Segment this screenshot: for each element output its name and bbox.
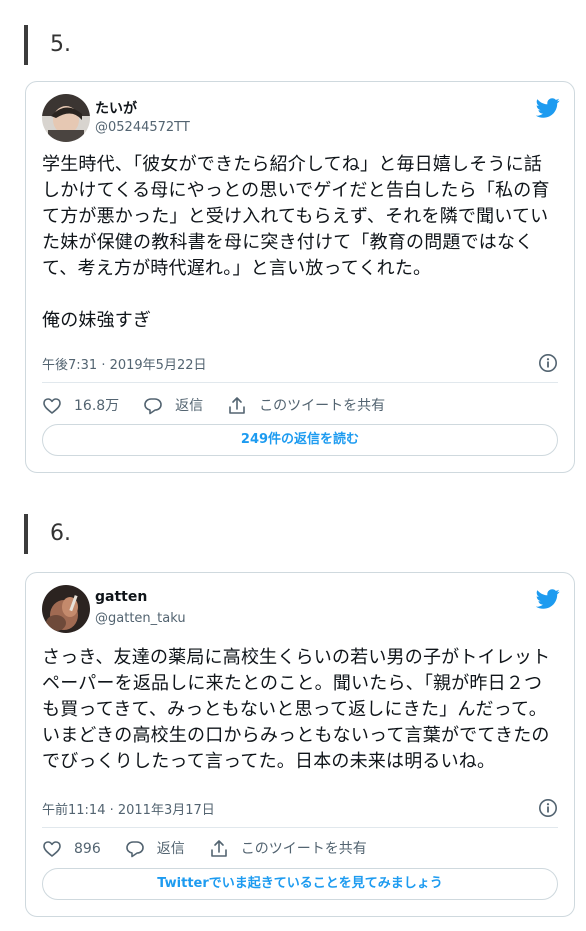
like-count: 16.8万: [74, 398, 120, 414]
author-name[interactable]: gatten: [95, 589, 147, 605]
divider: [42, 382, 558, 383]
tweet-card[interactable]: たいが @05244572TT 学生時代、「彼女ができたら紹介してね」と毎日嬉し…: [25, 81, 575, 473]
tweet-actions: 896 返信 このツイートを共有: [42, 837, 558, 861]
tweet-timestamp[interactable]: 午前11:14 · 2011年3月17日: [42, 799, 215, 818]
heart-icon: [43, 398, 61, 414]
share-icon: [229, 397, 245, 414]
reply-button[interactable]: 返信: [125, 839, 185, 859]
tweet-card[interactable]: gatten @gatten_taku さっき、友達の薬局に高校生くらいの若い男…: [25, 572, 575, 917]
author-handle[interactable]: @05244572TT: [95, 120, 190, 135]
tweet-text: さっき、友達の薬局に高校生くらいの若い男の子がトイレットペーパーを返品しに来たと…: [42, 647, 551, 772]
reply-icon: [144, 398, 162, 415]
share-button[interactable]: このツイートを共有: [227, 396, 385, 416]
share-label: このツイートを共有: [240, 841, 367, 857]
tweet-actions: 16.8万 返信 このツイートを共有: [42, 394, 558, 418]
reply-icon: [125, 841, 144, 858]
section-number: 5.: [24, 25, 564, 65]
tweet-timestamp[interactable]: 午後7:31 · 2019年5月22日: [42, 354, 207, 373]
reply-label: 返信: [156, 841, 185, 857]
section-number: 6.: [24, 514, 564, 554]
twitter-bird-icon[interactable]: [536, 96, 560, 120]
reply-button[interactable]: 返信: [143, 396, 203, 416]
avatar[interactable]: [42, 94, 90, 142]
like-button[interactable]: 16.8万: [42, 396, 119, 416]
info-icon[interactable]: [538, 798, 558, 818]
like-count: 896: [74, 841, 101, 857]
like-button[interactable]: 896: [42, 839, 101, 859]
share-label: このツイートを共有: [259, 398, 386, 414]
profile-photo-icon: [42, 585, 90, 633]
divider: [42, 827, 558, 828]
reply-label: 返信: [175, 398, 204, 414]
heart-icon: [43, 841, 61, 857]
share-button[interactable]: このツイートを共有: [209, 839, 367, 859]
explore-twitter-button[interactable]: Twitterでいま起きていることを見てみましょう: [42, 868, 558, 900]
twitter-bird-icon[interactable]: [536, 587, 560, 611]
tweet-text: 学生時代、「彼女ができたら紹介してね」と毎日嬉しそうに話しかけてくる母にやっとの…: [42, 154, 550, 331]
info-icon[interactable]: [538, 353, 558, 373]
profile-photo-icon: [42, 94, 90, 142]
avatar[interactable]: [42, 585, 90, 633]
share-icon: [210, 840, 227, 857]
read-replies-button[interactable]: 249件の返信を読む: [42, 424, 558, 456]
author-name[interactable]: たいが: [95, 98, 137, 118]
author-handle[interactable]: @gatten_taku: [95, 611, 186, 626]
